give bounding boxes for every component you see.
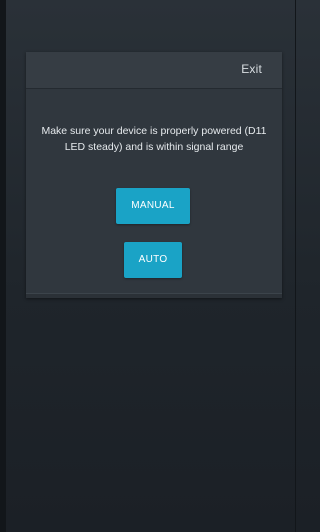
- auto-button[interactable]: AUTO: [124, 242, 182, 278]
- dialog-header: Exit: [26, 52, 282, 89]
- manual-button[interactable]: MANUAL: [116, 188, 190, 224]
- dialog-body: Make sure your device is properly powere…: [26, 89, 282, 294]
- connection-dialog: Exit Make sure your device is properly p…: [26, 52, 282, 298]
- exit-button[interactable]: Exit: [241, 62, 262, 76]
- dialog-message: Make sure your device is properly powere…: [41, 125, 267, 153]
- dialog-footer: [26, 293, 282, 298]
